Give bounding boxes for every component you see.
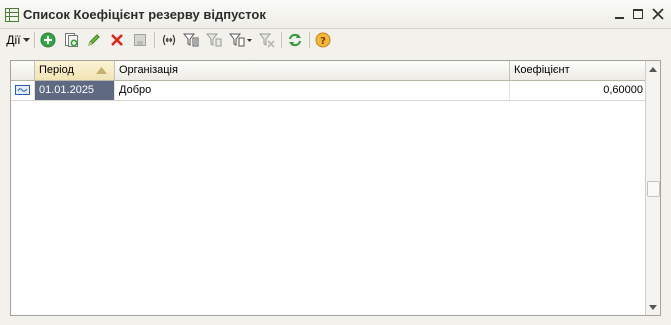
list-icon <box>5 8 19 22</box>
scroll-thumb[interactable] <box>647 181 660 197</box>
actions-menu-button[interactable]: Дії <box>5 31 31 49</box>
interval-icon <box>162 34 176 46</box>
column-header-label: Період <box>39 64 74 76</box>
vertical-scrollbar[interactable] <box>645 61 660 315</box>
clear-filter-button[interactable] <box>258 31 276 49</box>
delete-button[interactable] <box>108 31 126 49</box>
svg-text:?: ? <box>320 36 326 47</box>
refresh-button[interactable] <box>286 31 304 49</box>
cell-organization[interactable]: Добро <box>115 81 510 100</box>
row-icon-header <box>11 61 35 81</box>
add-icon <box>40 32 56 48</box>
close-window-button[interactable] <box>650 7 666 21</box>
column-header-coefficient[interactable]: Коефіцієнт <box>510 61 648 81</box>
post-button[interactable] <box>131 31 149 49</box>
window-title: Список Коефіцієнт резерву відпусток <box>23 7 266 22</box>
post-icon <box>134 34 146 46</box>
window-titlebar: Список Коефіцієнт резерву відпусток <box>0 0 671 29</box>
delete-icon <box>111 34 123 46</box>
help-button[interactable]: ? <box>314 31 332 49</box>
table-row[interactable]: 01.01.2025 Добро 0,60000 <box>11 81 648 101</box>
column-header-period[interactable]: Період <box>35 61 115 81</box>
scroll-up-button[interactable] <box>646 61 660 77</box>
scroll-down-button[interactable] <box>646 299 660 315</box>
close-icon <box>652 8 664 20</box>
column-header-organization[interactable]: Організація <box>115 61 510 81</box>
filter-button[interactable] <box>182 31 200 49</box>
add-button[interactable] <box>39 31 57 49</box>
edit-button[interactable] <box>85 31 103 49</box>
clear-filter-icon <box>259 33 275 48</box>
actions-menu-label: Дії <box>6 33 21 47</box>
filter-icon <box>183 33 199 47</box>
toolbar-separator <box>34 32 35 48</box>
row-icon-cell <box>11 81 35 100</box>
toolbar-separator <box>281 32 282 48</box>
maximize-icon <box>633 9 643 19</box>
arrow-down-icon <box>649 304 657 310</box>
column-header-label: Організація <box>119 64 178 76</box>
copy-button[interactable] <box>62 31 80 49</box>
filter-by-value-icon <box>206 33 222 47</box>
interval-button[interactable] <box>159 31 179 49</box>
chevron-down-icon <box>22 37 30 42</box>
filter-history-icon <box>229 33 252 47</box>
column-header-label: Коефіцієнт <box>514 64 570 76</box>
cell-coefficient[interactable]: 0,60000 <box>510 81 648 100</box>
filter-history-button[interactable] <box>228 31 254 49</box>
toolbar-separator <box>154 32 155 48</box>
cell-period[interactable]: 01.01.2025 <box>35 81 115 100</box>
copy-icon <box>65 33 78 47</box>
minimize-button[interactable] <box>612 7 628 21</box>
record-icon <box>15 85 30 95</box>
toolbar: Дії ? <box>0 29 671 51</box>
sort-ascending-icon <box>96 67 107 74</box>
refresh-icon <box>289 33 301 47</box>
toolbar-separator <box>309 32 310 48</box>
arrow-up-icon <box>649 66 657 72</box>
edit-icon <box>88 34 100 46</box>
minimize-icon <box>615 17 624 19</box>
help-icon: ? <box>315 32 331 48</box>
filter-by-value-button[interactable] <box>205 31 223 49</box>
records-table: Період Організація Коефіцієнт 01.01.2025… <box>10 60 661 316</box>
maximize-button[interactable] <box>630 7 646 21</box>
